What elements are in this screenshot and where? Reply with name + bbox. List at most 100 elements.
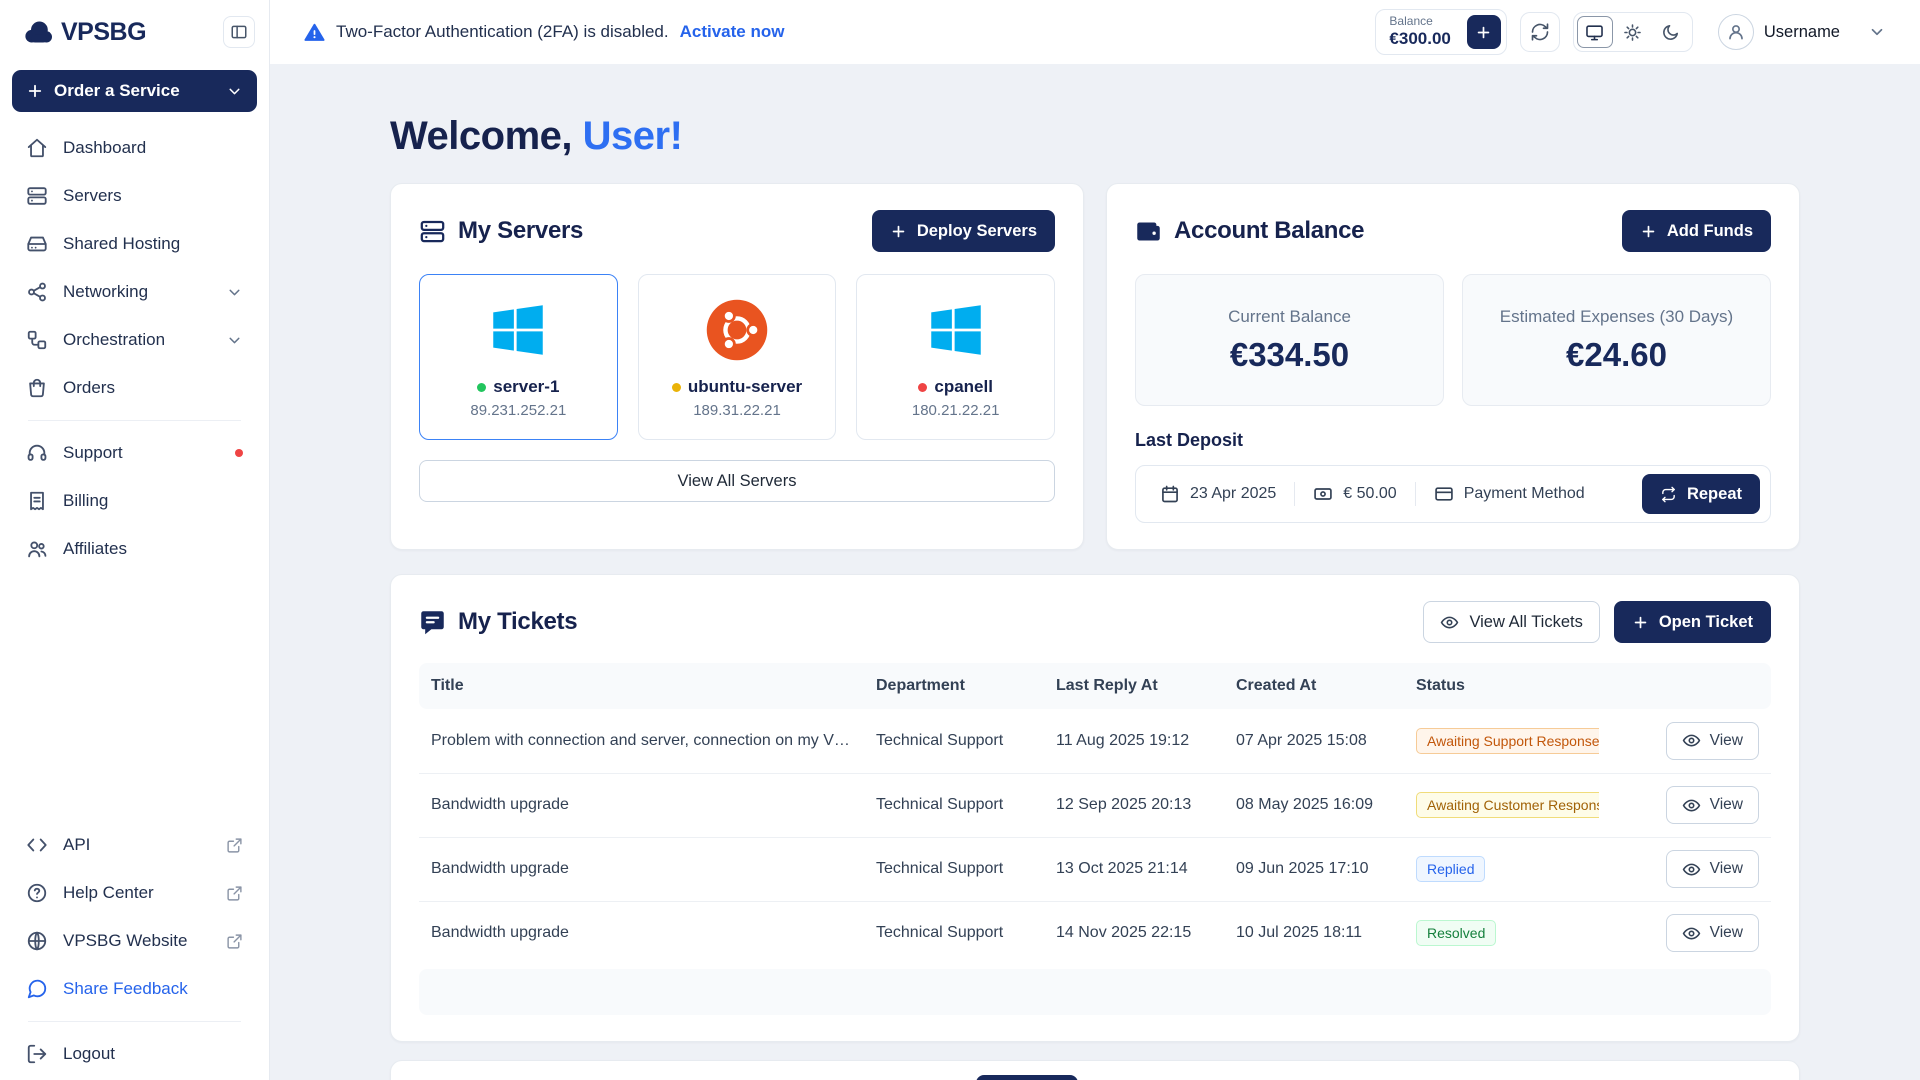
- ticket-row: Bandwidth upgrade Technical Support 12 S…: [419, 773, 1771, 837]
- message-bubble-icon: [26, 978, 48, 1000]
- current-balance-value: €334.50: [1230, 336, 1349, 374]
- home-icon: [26, 137, 48, 159]
- windows-logo-icon: [485, 297, 551, 363]
- sidebar-item-label: Share Feedback: [63, 979, 188, 999]
- chevron-down-icon: [226, 284, 243, 301]
- view-ticket-button[interactable]: View: [1666, 914, 1759, 952]
- sidebar-item-label: Affiliates: [63, 539, 127, 559]
- currency-sync-button[interactable]: [1520, 12, 1560, 52]
- sidebar-header: VPSBG: [0, 0, 269, 64]
- server-card-server-1[interactable]: server-1 89.231.252.21: [419, 274, 618, 440]
- ticket-last-reply: 13 Oct 2025 21:14: [1044, 837, 1224, 901]
- banknote-icon: [1313, 484, 1333, 504]
- repeat-deposit-button[interactable]: Repeat: [1642, 474, 1760, 514]
- welcome-prefix: Welcome,: [390, 114, 572, 158]
- sidebar-item-networking[interactable]: Networking: [10, 268, 259, 316]
- ticket-created: 09 Jun 2025 17:10: [1224, 837, 1404, 901]
- affiliate-action-button[interactable]: [976, 1075, 1078, 1080]
- sidebar-item-logout[interactable]: Logout: [10, 1030, 259, 1078]
- ticket-department: Technical Support: [864, 901, 1044, 965]
- topbar-right: Balance €300.00: [1375, 9, 1886, 55]
- sidebar-item-affiliates[interactable]: Affiliates: [10, 525, 259, 573]
- twofa-alert: Two-Factor Authentication (2FA) is disab…: [304, 22, 784, 43]
- repeat-icon: [1660, 486, 1677, 503]
- welcome-username: User!: [583, 114, 683, 158]
- server-name: server-1: [493, 377, 559, 397]
- sidebar-item-servers[interactable]: Servers: [10, 172, 259, 220]
- external-link-icon: [226, 885, 243, 902]
- view-ticket-button[interactable]: View: [1666, 850, 1759, 888]
- status-dot-pending: [672, 383, 681, 392]
- sidebar-item-orders[interactable]: Orders: [10, 364, 259, 412]
- theme-switcher: [1573, 12, 1693, 52]
- my-servers-card: My Servers Deploy Servers: [390, 183, 1084, 550]
- sidebar-item-share-feedback[interactable]: Share Feedback: [10, 965, 259, 1013]
- sidebar-item-help-center[interactable]: Help Center: [10, 869, 259, 917]
- open-ticket-button[interactable]: Open Ticket: [1614, 601, 1771, 643]
- sidebar-item-support[interactable]: Support: [10, 429, 259, 477]
- receipt-icon: [26, 490, 48, 512]
- deploy-servers-button[interactable]: Deploy Servers: [872, 210, 1055, 252]
- status-badge: Resolved: [1416, 920, 1496, 946]
- share-network-icon: [26, 281, 48, 303]
- estimated-expenses-value: €24.60: [1566, 336, 1667, 374]
- sun-icon: [1623, 23, 1642, 42]
- view-ticket-button[interactable]: View: [1666, 786, 1759, 824]
- app-root: VPSBG Order a Service Dashboard Servers …: [0, 0, 1920, 1080]
- ticket-row: Problem with connection and server, conn…: [419, 709, 1771, 773]
- credit-card-icon: [1434, 484, 1454, 504]
- chat-bubble-icon: [419, 609, 446, 636]
- dashboard-content: Welcome, User! My Servers Deploy Serve: [270, 64, 1920, 1080]
- ticket-last-reply: 14 Nov 2025 22:15: [1044, 901, 1224, 965]
- theme-dark-button[interactable]: [1653, 16, 1689, 48]
- ticket-title: Bandwidth upgrade: [419, 773, 864, 837]
- sidebar-collapse-button[interactable]: [223, 16, 255, 48]
- deposit-method: Payment Method: [1464, 485, 1585, 503]
- deposit-date-cell: 23 Apr 2025: [1142, 484, 1294, 504]
- user-menu[interactable]: Username: [1718, 14, 1886, 50]
- balance-boxes: Current Balance €334.50 Estimated Expens…: [1135, 274, 1771, 406]
- view-all-servers-button[interactable]: View All Servers: [419, 460, 1055, 502]
- activate-2fa-link[interactable]: Activate now: [680, 22, 785, 42]
- ticket-department: Technical Support: [864, 709, 1044, 773]
- sidebar-item-label: Support: [63, 443, 123, 463]
- my-tickets-card: My Tickets View All Tickets Open Ticket: [390, 574, 1800, 1042]
- hard-drive-icon: [26, 233, 48, 255]
- plus-icon: [26, 82, 44, 100]
- order-service-button[interactable]: Order a Service: [12, 70, 257, 112]
- cloud-logo-icon: [20, 18, 56, 46]
- add-funds-label: Add Funds: [1667, 222, 1753, 241]
- tickets-table-footer: [419, 969, 1771, 1015]
- help-circle-icon: [26, 882, 48, 904]
- sidebar-item-shared-hosting[interactable]: Shared Hosting: [10, 220, 259, 268]
- sidebar-item-billing[interactable]: Billing: [10, 477, 259, 525]
- balance-widget: Balance €300.00: [1375, 9, 1506, 55]
- headset-icon: [26, 442, 48, 464]
- server-icon: [419, 218, 446, 245]
- server-card-cpanell[interactable]: cpanell 180.21.22.21: [856, 274, 1055, 440]
- deposit-amount-cell: € 50.00: [1295, 484, 1414, 504]
- view-ticket-button[interactable]: View: [1666, 722, 1759, 760]
- sidebar-item-orchestration[interactable]: Orchestration: [10, 316, 259, 364]
- add-funds-button[interactable]: Add Funds: [1622, 210, 1771, 252]
- brand-logo[interactable]: VPSBG: [20, 18, 146, 47]
- current-balance-label: Current Balance: [1228, 307, 1351, 327]
- chevron-down-icon: [226, 83, 243, 100]
- theme-light-button[interactable]: [1615, 16, 1651, 48]
- theme-system-button[interactable]: [1577, 16, 1613, 48]
- status-dot-online: [477, 383, 486, 392]
- add-balance-button[interactable]: [1467, 15, 1501, 49]
- sidebar-item-vpsbg-website[interactable]: VPSBG Website: [10, 917, 259, 965]
- column-header-last-reply: Last Reply At: [1044, 663, 1224, 709]
- view-all-tickets-button[interactable]: View All Tickets: [1423, 601, 1599, 643]
- deposit-amount: € 50.00: [1343, 485, 1396, 503]
- sidebar-item-api[interactable]: API: [10, 821, 259, 869]
- ticket-last-reply: 12 Sep 2025 20:13: [1044, 773, 1224, 837]
- alert-triangle-icon: [304, 22, 325, 43]
- ticket-created: 10 Jul 2025 18:11: [1224, 901, 1404, 965]
- avatar: [1718, 14, 1754, 50]
- server-card-ubuntu-server[interactable]: ubuntu-server 189.31.22.21: [638, 274, 837, 440]
- eye-icon: [1682, 924, 1701, 943]
- ticket-created: 08 May 2025 16:09: [1224, 773, 1404, 837]
- sidebar-item-dashboard[interactable]: Dashboard: [10, 124, 259, 172]
